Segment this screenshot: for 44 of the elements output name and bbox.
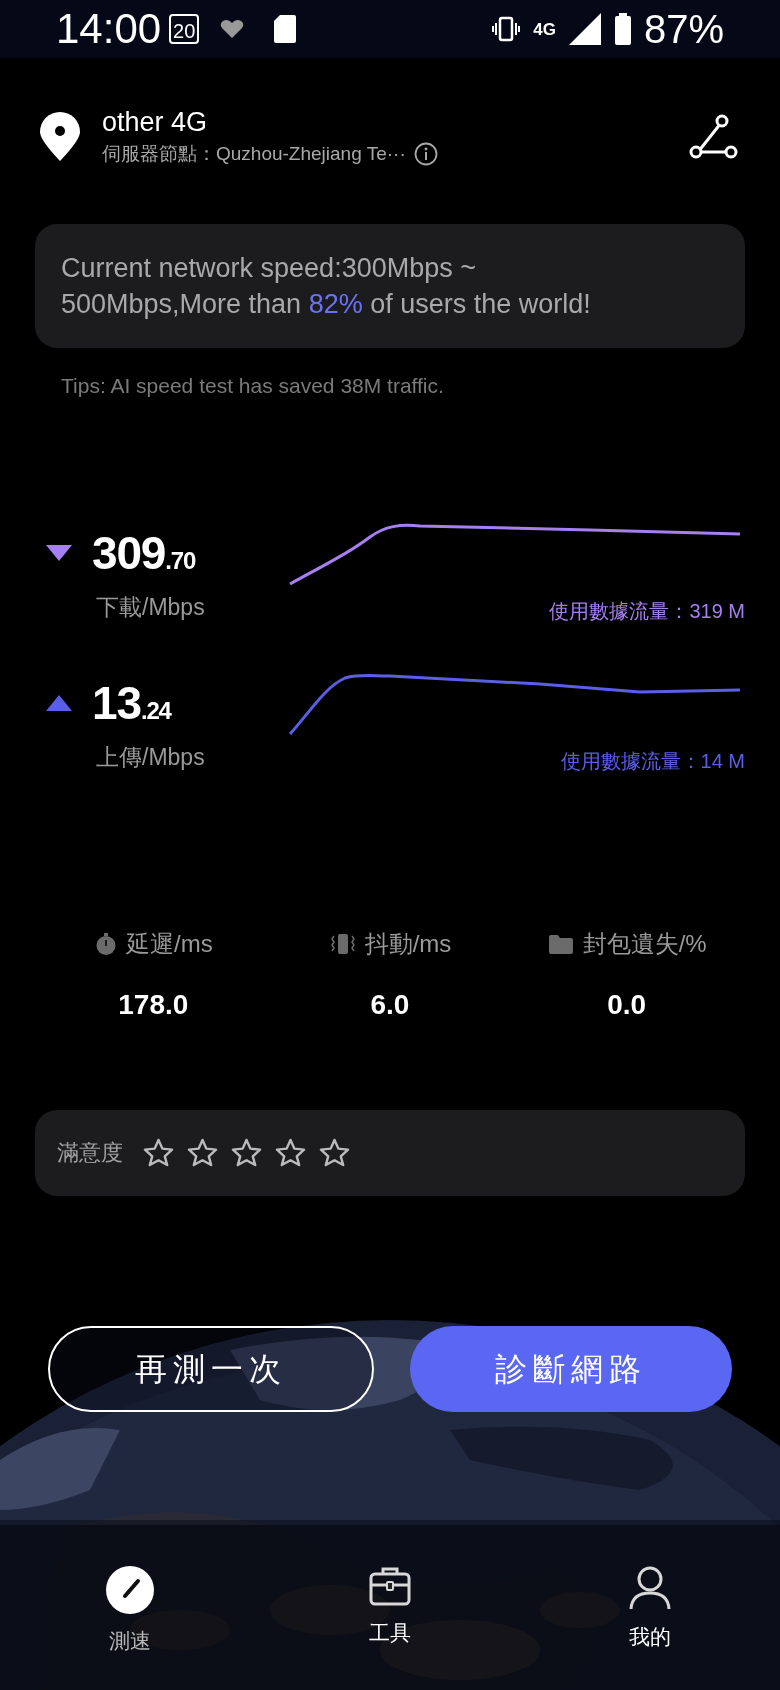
data-usage: 使用數據流量：319 M xyxy=(549,598,745,624)
battery-icon xyxy=(613,13,632,45)
location-pin-icon xyxy=(38,112,82,162)
toolbox-icon xyxy=(368,1565,412,1607)
battery-percent: 87% xyxy=(643,9,724,49)
star-icon[interactable] xyxy=(275,1138,306,1167)
vibrate-icon xyxy=(491,16,522,42)
star-icon[interactable] xyxy=(319,1138,350,1167)
stat-label: 抖動/ms xyxy=(364,928,452,959)
server-label: 伺服器節點：Quzhou-Zhejiang Te··· xyxy=(102,141,406,166)
vibration-icon xyxy=(328,931,357,956)
person-icon xyxy=(628,1565,672,1611)
star-icon[interactable] xyxy=(143,1138,174,1167)
network-type: 4G xyxy=(533,20,556,38)
stat-value: 0.0 xyxy=(607,987,647,1022)
stopwatch-icon xyxy=(94,931,118,956)
calendar-icon: 20 xyxy=(169,14,200,44)
retest-button[interactable]: 再測一次 xyxy=(48,1325,374,1412)
speedometer-icon xyxy=(105,1565,155,1615)
stat-label: 延遲/ms xyxy=(126,928,213,959)
info-icon[interactable] xyxy=(413,141,438,166)
nav-tab[interactable]: 測速 xyxy=(0,1565,260,1690)
nav-tab[interactable]: 工具 xyxy=(260,1565,520,1690)
rating-label: 滿意度 xyxy=(57,1139,123,1167)
data-usage: 使用數據流量：14 M xyxy=(560,748,745,774)
route-icon[interactable] xyxy=(688,114,738,160)
network-name: other 4G xyxy=(102,105,209,139)
star-icon[interactable] xyxy=(231,1138,262,1167)
stat-value: 178.0 xyxy=(118,987,189,1022)
stat-value: 6.0 xyxy=(370,987,410,1022)
clock: 14:00 xyxy=(56,8,162,50)
tips-text: Tips: AI speed test has saved 38M traffic. xyxy=(61,373,445,399)
diagnose-button[interactable]: 診斷網路 xyxy=(410,1325,732,1412)
speed-value: 13.24 xyxy=(92,679,171,726)
stat-label: 封包遺失/% xyxy=(582,928,707,959)
heart-icon xyxy=(219,18,246,40)
nav-tab[interactable]: 我的 xyxy=(520,1565,780,1690)
star-icon[interactable] xyxy=(187,1138,218,1167)
sd-card-icon xyxy=(273,14,298,44)
signal-icon xyxy=(567,12,602,46)
speed-unit: 上傳/Mbps xyxy=(96,742,206,772)
speed-summary: Current network speed:300Mbps ~ 500Mbps,More than 82% of users the world! xyxy=(61,252,592,321)
speed-value: 309.70 xyxy=(92,529,196,576)
speed-unit: 下載/Mbps xyxy=(96,592,206,622)
